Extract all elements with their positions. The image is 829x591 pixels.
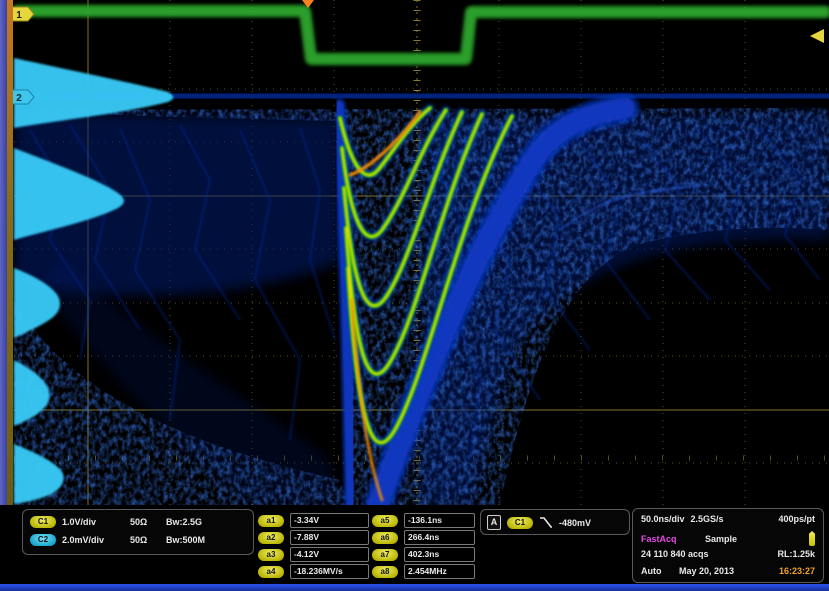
time-resolution: 400ps/pt [778,514,815,524]
timebase-scale: 50.0ns/div [641,514,685,524]
ch2-scale: 2.0mV/div [62,535,124,545]
ch1-badge[interactable]: C1 [30,516,56,528]
measurement-value: 402.3ns [404,547,475,562]
waveform-display: 1 2 [0,0,829,508]
ch2-bandwidth: Bw:500M [166,535,205,545]
clock-time: 16:23:27 [779,566,815,576]
measurement-value: -7.88V [290,530,369,545]
measurement-badge[interactable]: a2 [258,532,284,544]
measurement-value: -18.236MV/s [290,564,369,579]
measurement-badge[interactable]: a4 [258,566,284,578]
record-length: RL:1.25k [777,549,815,559]
measurement-value: -136.1ns [404,513,475,528]
readout-bar: C1 1.0V/div 50Ω Bw:2.5G C2 2.0mV/div 50Ω… [0,505,829,584]
ch2-termination: 50Ω [130,535,160,545]
trigger-a-icon: A [487,515,501,530]
graticule-left-frame [7,0,13,508]
channel-settings-panel[interactable]: C1 1.0V/div 50Ω Bw:2.5G C2 2.0mV/div 50Ω… [22,509,254,555]
svg-text:1: 1 [16,10,22,21]
measurement-value: -4.12V [290,547,369,562]
measurement-badge[interactable]: a6 [372,532,398,544]
measurement-value: 2.454MHz [404,564,475,579]
trigger-source-badge[interactable]: C1 [507,517,533,529]
fastacq-indicator-icon [809,531,815,546]
window-left-edge [0,0,7,584]
sample-rate: 2.5GS/s [691,514,724,524]
fastacq-label: FastAcq [641,534,699,544]
measurement-badge[interactable]: a1 [258,515,284,527]
measurement-badge[interactable]: a7 [372,549,398,561]
falling-edge-icon [539,516,553,529]
ch1-termination: 50Ω [130,517,160,527]
measurement-badge[interactable]: a3 [258,549,284,561]
window-bottom-edge [0,584,829,591]
acquisition-count: 24 110 840 acqs [641,549,709,559]
trigger-level: -480mV [559,518,591,528]
svg-text:2: 2 [16,93,22,104]
sampling-mode: Sample [705,534,737,544]
timebase-panel[interactable]: 50.0ns/div 2.5GS/s 400ps/pt FastAcq Samp… [632,508,824,583]
measurement-value: 266.4ns [404,530,475,545]
trigger-panel[interactable]: A C1 -480mV [480,509,630,535]
trigger-mode: Auto [641,566,673,576]
measurement-badge[interactable]: a5 [372,515,398,527]
ch1-scale: 1.0V/div [62,517,124,527]
oscilloscope-screen: 1 2 C1 1.0V/div 50Ω Bw:2.5G C2 2.0mV/div… [0,0,829,591]
measurement-badge[interactable]: a8 [372,566,398,578]
measurement-value: -3.34V [290,513,369,528]
ch1-bandwidth: Bw:2.5G [166,517,202,527]
ch2-badge[interactable]: C2 [30,534,56,546]
date-label: May 20, 2013 [679,566,734,576]
